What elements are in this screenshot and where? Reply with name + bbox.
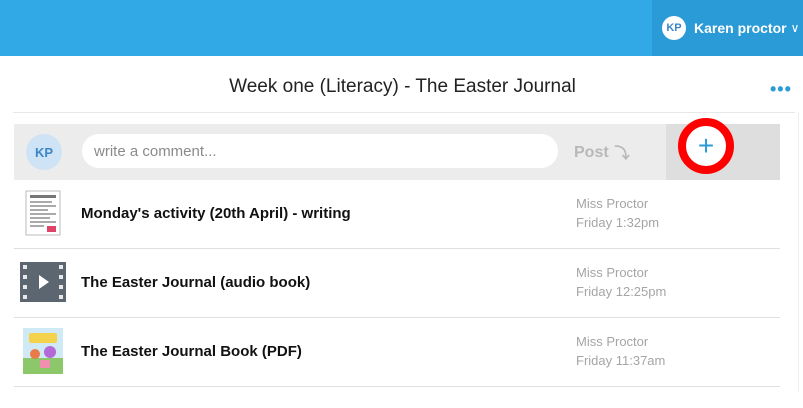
item-timestamp: Friday 1:32pm xyxy=(576,215,660,230)
item-timestamp: Friday 12:25pm xyxy=(576,284,667,299)
avatar: KP xyxy=(26,134,62,170)
post-button-label: Post xyxy=(574,143,609,161)
top-bar: KP Karen proctor ∨ xyxy=(0,0,803,56)
user-avatar: KP xyxy=(662,16,686,40)
divider xyxy=(798,112,799,392)
add-button[interactable]: + xyxy=(678,118,734,174)
post-button[interactable]: Post ⤵ xyxy=(574,142,630,163)
item-timestamp: Friday 11:37am xyxy=(576,353,666,368)
comment-input[interactable] xyxy=(82,134,558,168)
video-thumbnail-icon xyxy=(20,259,66,305)
chevron-down-icon: ∨ xyxy=(790,21,800,35)
list-item[interactable]: The Easter Journal (audio book) Miss Pro… xyxy=(14,249,780,318)
book-cover-thumbnail-icon xyxy=(20,328,66,374)
list-item[interactable]: The Easter Journal Book (PDF) Miss Proct… xyxy=(14,318,780,387)
divider xyxy=(13,112,795,113)
user-name: Karen proctor xyxy=(694,20,787,36)
page-title: Week one (Literacy) - The Easter Journal xyxy=(229,76,576,97)
document-thumbnail-icon xyxy=(20,190,66,236)
item-author: Miss Proctor xyxy=(576,196,649,211)
item-author: Miss Proctor xyxy=(576,265,649,280)
item-title[interactable]: The Easter Journal (audio book) xyxy=(81,274,310,291)
item-title[interactable]: Monday's activity (20th April) - writing xyxy=(81,205,351,222)
user-menu[interactable]: KP Karen proctor ∨ xyxy=(652,0,803,56)
item-author: Miss Proctor xyxy=(576,334,649,349)
item-title[interactable]: The Easter Journal Book (PDF) xyxy=(81,343,302,360)
comment-bar: KP Post ⤵ xyxy=(14,124,780,180)
list-item[interactable]: Monday's activity (20th April) - writing… xyxy=(14,180,780,249)
more-options-button[interactable]: ••• xyxy=(770,79,792,100)
return-arrow-icon: ⤵ xyxy=(614,145,630,162)
